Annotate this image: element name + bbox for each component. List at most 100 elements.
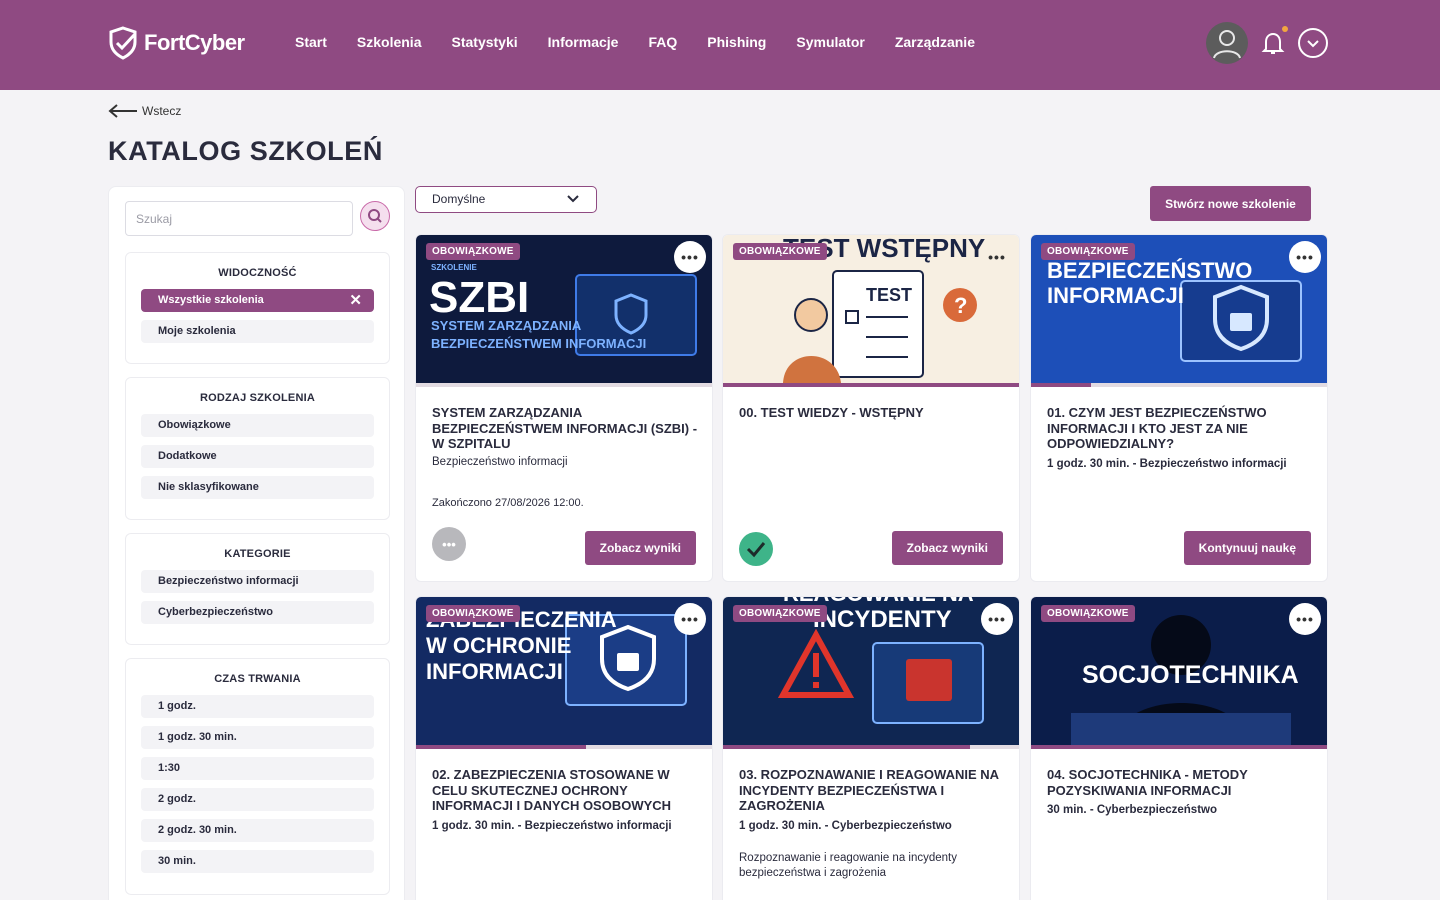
progress-bar	[1031, 745, 1327, 749]
more-options-button[interactable]: •••	[674, 241, 706, 273]
chip-label: Moje szkolenia	[158, 325, 236, 337]
user-menu-toggle[interactable]	[1298, 28, 1328, 58]
progress-bar	[416, 745, 712, 749]
sort-selected-value: Domyślne	[432, 192, 486, 206]
search-icon	[368, 209, 382, 223]
card-duration-category: 1 godz. 30 min. - Bezpieczeństwo informa…	[1047, 458, 1287, 470]
thumbnail-text: SYSTEM ZARZĄDZANIA	[431, 318, 582, 333]
mandatory-badge: OBOWIĄZKOWE	[1041, 243, 1135, 260]
more-options-button[interactable]: •••	[674, 603, 706, 635]
filter-chip-duration[interactable]: 2 godz.	[141, 788, 374, 811]
fortcyber-logo[interactable]: FortCyber	[108, 26, 245, 60]
thumbnail-text: SZBI	[429, 273, 529, 322]
filter-chip-duration[interactable]: 1:30	[141, 757, 374, 780]
chip-label: 1 godz.	[158, 700, 196, 712]
mandatory-badge: OBOWIĄZKOWE	[426, 243, 520, 260]
mandatory-badge: OBOWIĄZKOWE	[426, 605, 520, 622]
continue-learning-button[interactable]: Kontynuuj naukę	[1183, 531, 1311, 565]
card-description: Rozpoznawanie i reagowanie na incydenty …	[739, 852, 958, 879]
progress-bar	[723, 383, 1019, 387]
filter-chip-duration[interactable]: 1 godz. 30 min.	[141, 726, 374, 749]
chip-label: 1 godz. 30 min.	[158, 731, 237, 743]
more-options-button[interactable]: •••	[1289, 241, 1321, 273]
mandatory-badge: OBOWIĄZKOWE	[733, 243, 827, 260]
chip-label: Cyberbezpieczeństwo	[158, 606, 273, 618]
nav-zarzadzanie[interactable]: Zarządzanie	[895, 34, 975, 50]
training-card[interactable]: REAGOWANIE NA INCYDENTY OBOWIĄZKOWE ••• …	[722, 596, 1020, 900]
nav-symulator[interactable]: Symulator	[796, 34, 864, 50]
chip-label: Bezpieczeństwo informacji	[158, 575, 299, 587]
training-card[interactable]: SOCJOTECHNIKA OBOWIĄZKOWE ••• 04. SOCJOT…	[1030, 596, 1328, 900]
thumbnail-text: TEST	[866, 285, 912, 305]
filter-training-type: RODZAJ SZKOLENIA Obowiązkowe Dodatkowe N…	[125, 377, 390, 520]
progress-fill	[1031, 383, 1091, 387]
nav-faq[interactable]: FAQ	[648, 34, 677, 50]
filter-chip-obowiazkowe[interactable]: Obowiązkowe	[141, 414, 374, 437]
filter-chip-all-trainings[interactable]: Wszystkie szkolenia ✕	[141, 289, 374, 312]
progress-fill	[723, 383, 1019, 387]
filter-chip-nie-sklasyfikowane[interactable]: Nie sklasyfikowane	[141, 476, 374, 499]
avatar[interactable]	[1206, 22, 1248, 64]
thumbnail-text: BEZPIECZEŃSTWEM INFORMACJI	[431, 336, 646, 351]
nav-informacje[interactable]: Informacje	[548, 34, 619, 50]
nav-start[interactable]: Start	[295, 34, 327, 50]
user-icon	[1213, 30, 1241, 59]
view-results-button[interactable]: Zobacz wyniki	[891, 531, 1003, 565]
filter-chip-dodatkowe[interactable]: Dodatkowe	[141, 445, 374, 468]
filter-title: KATEGORIE	[224, 548, 291, 560]
create-training-button[interactable]: Stwórz nowe szkolenie	[1150, 186, 1311, 221]
nav-szkolenia[interactable]: Szkolenia	[357, 34, 422, 50]
thumbnail-text: SZKOLENIE	[431, 263, 477, 272]
more-options-button[interactable]: •••	[1289, 603, 1321, 635]
status-pending-icon: •••	[432, 527, 466, 561]
chevron-down-icon	[1307, 40, 1319, 48]
filter-title: WIDOCZNOŚĆ	[218, 267, 297, 279]
filter-chip-cyberbezpieczenstwo[interactable]: Cyberbezpieczeństwo	[141, 601, 374, 624]
card-title: 04. SOCJOTECHNIKA - METODY POZYSKIWANIA …	[1047, 767, 1248, 798]
completed-status	[739, 532, 773, 566]
page-title: KATALOG SZKOLEŃ	[108, 136, 383, 166]
card-title: 01. CZYM JEST BEZPIECZEŃSTWO INFORMACJI …	[1047, 405, 1267, 451]
progress-fill	[416, 745, 586, 749]
nav-statystyki[interactable]: Statystyki	[452, 34, 518, 50]
search-button[interactable]	[360, 201, 390, 231]
training-card[interactable]: TEST WSTĘPNY TEST ? OBOWIĄZKOWE ••• 00. …	[722, 234, 1020, 582]
filter-chip-duration[interactable]: 2 godz. 30 min.	[141, 819, 374, 842]
card-title: 00. TEST WIEDZY - WSTĘPNY	[739, 405, 924, 420]
card-duration-category: 1 godz. 30 min. - Bezpieczeństwo informa…	[432, 820, 672, 832]
view-results-button[interactable]: Zobacz wyniki	[584, 531, 696, 565]
chip-label: 2 godz. 30 min.	[158, 824, 237, 836]
filter-title: CZAS TRWANIA	[214, 673, 301, 685]
training-card[interactable]: SZKOLENIE SZBI SYSTEM ZARZĄDZANIA BEZPIE…	[415, 234, 713, 582]
filter-chip-bezpieczenstwo-informacji[interactable]: Bezpieczeństwo informacji	[141, 570, 374, 593]
chip-label: Nie sklasyfikowane	[158, 481, 259, 493]
progress-bar	[1031, 383, 1327, 387]
more-options-button[interactable]: •••	[981, 603, 1013, 635]
svg-text:?: ?	[954, 293, 967, 318]
chip-label: Obowiązkowe	[158, 419, 231, 431]
filter-chip-duration[interactable]: 1 godz.	[141, 695, 374, 718]
mandatory-badge: OBOWIĄZKOWE	[1041, 605, 1135, 622]
card-category: Bezpieczeństwo informacji	[432, 456, 568, 468]
thumbnail-text: INCYDENTY	[813, 606, 952, 633]
filter-title: RODZAJ SZKOLENIA	[199, 392, 316, 404]
progress-fill	[723, 745, 971, 749]
search-input[interactable]	[125, 201, 353, 236]
training-card[interactable]: BEZPIECZEŃSTWO INFORMACJI OBOWIĄZKOWE ••…	[1030, 234, 1328, 582]
sort-select[interactable]: Domyślne	[415, 186, 597, 213]
back-link[interactable]: Wstecz	[108, 103, 181, 119]
thumbnail-text: SOCJOTECHNIKA	[1082, 661, 1299, 689]
training-card[interactable]: ZABEZPIECZENIA W OCHRONIE INFORMACJI OBO…	[415, 596, 713, 900]
completion-date: Zakończono 27/08/2026 12:00.	[432, 497, 584, 509]
back-label: Wstecz	[142, 104, 182, 118]
filter-duration: CZAS TRWANIA 1 godz. 1 godz. 30 min. 1:3…	[125, 658, 390, 895]
bell-icon[interactable]	[1261, 30, 1285, 56]
filter-chip-duration[interactable]: 30 min.	[141, 850, 374, 873]
filter-chip-my-trainings[interactable]: Moje szkolenia	[141, 320, 374, 343]
progress-bar	[416, 383, 712, 387]
card-title: SYSTEM ZARZĄDZANIA BEZPIECZEŃSTWEM INFOR…	[432, 405, 698, 451]
nav-phishing[interactable]: Phishing	[707, 34, 766, 50]
chip-label: Dodatkowe	[158, 450, 217, 462]
close-icon[interactable]: ✕	[349, 289, 362, 312]
more-options-button[interactable]: •••	[981, 241, 1013, 273]
